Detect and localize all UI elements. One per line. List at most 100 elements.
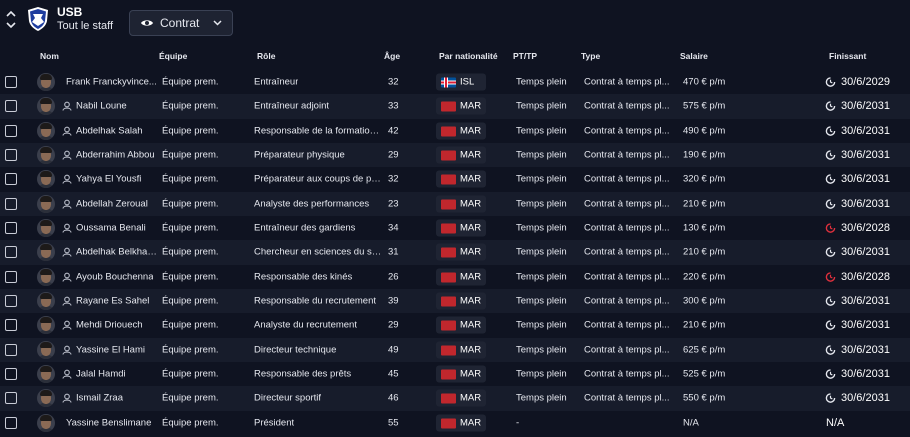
avatar[interactable] bbox=[37, 389, 55, 408]
row-checkbox[interactable] bbox=[5, 246, 17, 259]
table-row[interactable]: Ayoub Bouchenna Équipe prem. Responsable d… bbox=[0, 265, 910, 289]
avatar[interactable] bbox=[37, 170, 55, 189]
row-checkbox[interactable] bbox=[5, 173, 17, 186]
staff-team: Équipe prem. bbox=[162, 344, 219, 356]
nationality-badge[interactable]: MAR bbox=[436, 341, 486, 359]
column-header-expiry[interactable]: Finissant bbox=[829, 51, 866, 61]
table-row[interactable]: Abdelhak Salah Équipe prem. Responsable de… bbox=[0, 119, 910, 143]
nationality-badge[interactable]: MAR bbox=[436, 146, 486, 164]
table-row[interactable]: Ismail Zraa Équipe prem. Directeur sportif… bbox=[0, 386, 910, 411]
staff-name[interactable]: Abdelhak Salah bbox=[76, 125, 143, 136]
nationality-badge[interactable]: ISL bbox=[436, 73, 486, 91]
column-header-role[interactable]: Rôle bbox=[257, 51, 275, 61]
staff-name[interactable]: Yassine El Hami bbox=[76, 344, 145, 355]
row-checkbox[interactable] bbox=[5, 295, 17, 308]
staff-name[interactable]: Frank Franckyvince... bbox=[66, 77, 157, 88]
staff-name[interactable]: Abderrahim Abbou bbox=[76, 150, 155, 161]
staff-pt: Temps plein bbox=[516, 246, 567, 258]
staff-name[interactable]: Jalal Hamdi bbox=[76, 369, 126, 380]
column-header-team[interactable]: Équipe bbox=[159, 51, 187, 61]
nationality-badge[interactable]: MAR bbox=[436, 243, 486, 261]
avatar[interactable] bbox=[37, 267, 55, 286]
column-header-name[interactable]: Nom bbox=[40, 51, 59, 61]
flag-icon bbox=[441, 247, 456, 258]
table-row[interactable]: Abdellah Zeroual Équipe prem. Analyste des… bbox=[0, 191, 910, 216]
staff-name[interactable]: Ismail Zraa bbox=[76, 393, 123, 404]
nationality-badge[interactable]: MAR bbox=[436, 195, 486, 213]
table-row[interactable]: Rayane Es Sahel Équipe prem. Responsable d… bbox=[0, 288, 910, 314]
contract-type: Contrat à temps pl... bbox=[584, 222, 670, 234]
table-row[interactable]: Mehdi Driouech Équipe prem. Analyste du re… bbox=[0, 313, 910, 337]
avatar[interactable] bbox=[37, 316, 55, 335]
row-checkbox[interactable] bbox=[5, 100, 17, 113]
avatar[interactable] bbox=[37, 97, 55, 116]
contract-type: Contrat à temps pl... bbox=[584, 76, 670, 88]
avatar[interactable] bbox=[37, 292, 55, 311]
avatar[interactable] bbox=[37, 146, 55, 165]
column-header-pt[interactable]: PT/TP bbox=[513, 51, 537, 61]
staff-name[interactable]: Yahya El Yousfi bbox=[76, 174, 141, 185]
avatar[interactable] bbox=[37, 365, 55, 384]
avatar[interactable] bbox=[37, 219, 55, 238]
flag-icon bbox=[441, 296, 456, 307]
staff-name[interactable]: Abdellah Zeroual bbox=[76, 198, 148, 209]
nationality-badge[interactable]: MAR bbox=[436, 268, 486, 286]
table-row[interactable]: Nabil Loune Équipe prem. Entraîneur adjoin… bbox=[0, 94, 910, 119]
nationality-code: MAR bbox=[460, 173, 482, 185]
contract-expiry: 30/6/2031 bbox=[841, 149, 890, 162]
staff-salary: 210 € p/m bbox=[683, 198, 726, 210]
nationality-badge[interactable]: MAR bbox=[436, 365, 486, 383]
nationality-badge[interactable]: MAR bbox=[436, 97, 486, 115]
table-row[interactable]: Abdelhak Belkhay... Équipe prem. Chercheur… bbox=[0, 240, 910, 265]
table-row[interactable]: Yassine Benslimane Équipe prem. Président 5… bbox=[0, 411, 910, 435]
staff-pt: Temps plein bbox=[516, 76, 567, 88]
nationality-badge[interactable]: MAR bbox=[436, 219, 486, 237]
column-header-salary[interactable]: Salaire bbox=[680, 51, 708, 61]
nationality-badge[interactable]: MAR bbox=[436, 316, 486, 334]
avatar[interactable] bbox=[37, 243, 55, 262]
row-checkbox[interactable] bbox=[5, 392, 17, 405]
table-row[interactable]: Yassine El Hami Équipe prem. Directeur tec… bbox=[0, 337, 910, 362]
row-checkbox[interactable] bbox=[5, 270, 17, 283]
view-selector-dropdown[interactable]: Contrat bbox=[129, 10, 233, 36]
club-name[interactable]: USB bbox=[57, 5, 82, 19]
avatar[interactable] bbox=[37, 413, 55, 432]
staff-name[interactable]: Yassine Benslimane bbox=[66, 417, 151, 428]
column-header-age[interactable]: Âge bbox=[384, 51, 400, 61]
nationality-badge[interactable]: MAR bbox=[436, 122, 486, 140]
nationality-badge[interactable]: MAR bbox=[436, 292, 486, 310]
avatar[interactable] bbox=[37, 340, 55, 359]
row-checkbox[interactable] bbox=[5, 124, 17, 137]
nationality-badge[interactable]: MAR bbox=[436, 414, 486, 432]
staff-name[interactable]: Ayoub Bouchenna bbox=[76, 271, 153, 282]
table-row[interactable]: Yahya El Yousfi Équipe prem. Préparateur a… bbox=[0, 167, 910, 191]
row-checkbox[interactable] bbox=[5, 149, 17, 162]
nationality-badge[interactable]: MAR bbox=[436, 170, 486, 188]
avatar[interactable] bbox=[37, 73, 55, 92]
table-row[interactable]: Abderrahim Abbou Équipe prem. Préparateur … bbox=[0, 142, 910, 168]
row-checkbox[interactable] bbox=[5, 76, 17, 89]
table-row[interactable]: Jalal Hamdi Équipe prem. Responsable des p… bbox=[0, 362, 910, 386]
staff-salary: 525 € p/m bbox=[683, 368, 726, 380]
table-row[interactable]: Oussama Benali Équipe prem. Entraîneur des… bbox=[0, 216, 910, 240]
row-checkbox[interactable] bbox=[5, 368, 17, 381]
nationality-badge[interactable]: MAR bbox=[436, 389, 486, 407]
staff-name[interactable]: Oussama Benali bbox=[76, 223, 146, 234]
column-header-nationality[interactable]: Par nationalité bbox=[439, 51, 498, 61]
avatar[interactable] bbox=[37, 194, 55, 213]
row-checkbox[interactable] bbox=[5, 197, 17, 210]
avatar[interactable] bbox=[37, 121, 55, 140]
column-header-type[interactable]: Type bbox=[581, 51, 600, 61]
row-checkbox[interactable] bbox=[5, 222, 17, 235]
staff-name[interactable]: Nabil Loune bbox=[76, 101, 127, 112]
expiry-warning-icon bbox=[825, 271, 836, 282]
row-checkbox[interactable] bbox=[5, 319, 17, 332]
staff-name[interactable]: Mehdi Driouech bbox=[76, 320, 143, 331]
row-checkbox[interactable] bbox=[5, 343, 17, 356]
staff-name[interactable]: Abdelhak Belkhay... bbox=[76, 247, 158, 258]
table-row[interactable]: Frank Franckyvince... Équipe prem. Entraîn… bbox=[0, 70, 910, 94]
staff-name[interactable]: Rayane Es Sahel bbox=[76, 296, 149, 307]
staff-team: Équipe prem. bbox=[162, 417, 219, 429]
row-checkbox[interactable] bbox=[5, 416, 17, 429]
collapse-toggle[interactable] bbox=[5, 7, 17, 31]
